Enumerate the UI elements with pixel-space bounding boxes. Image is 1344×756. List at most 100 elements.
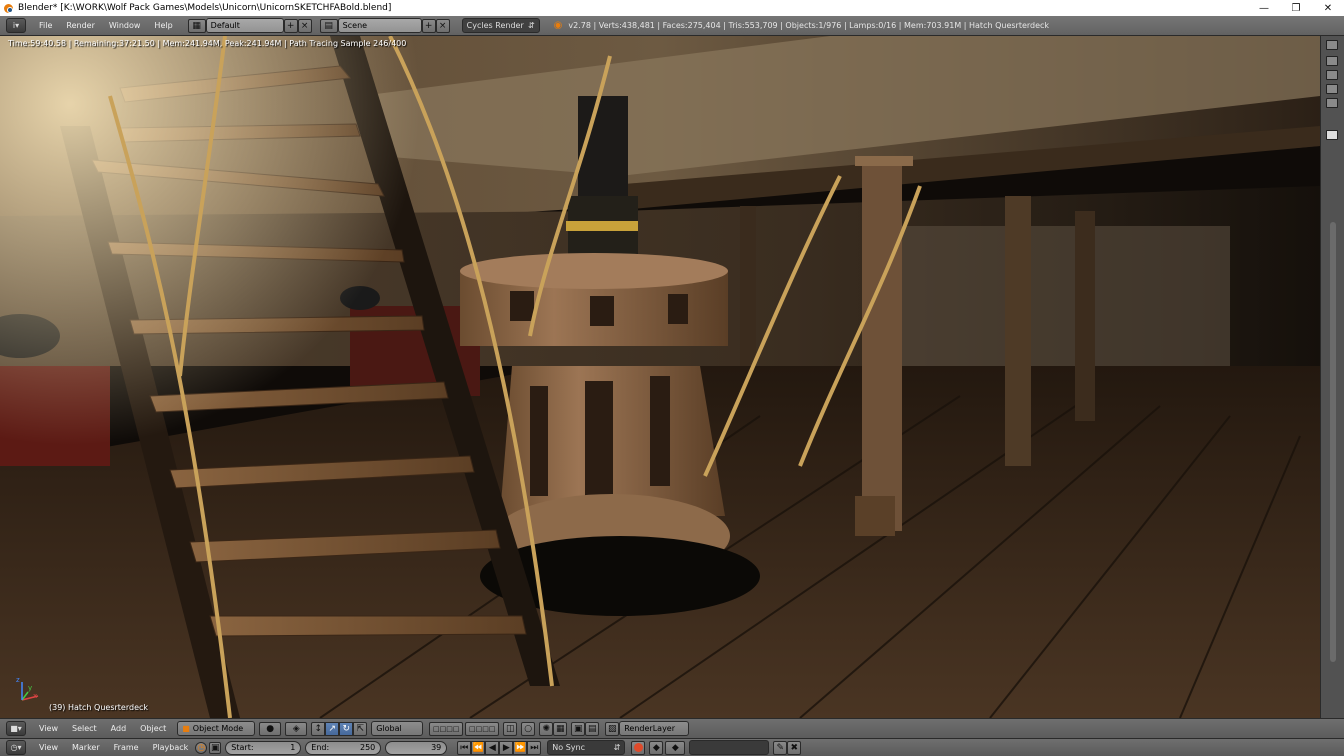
modifier-tab-icon[interactable] (1326, 98, 1338, 108)
clock-icon[interactable]: ◷ (195, 741, 208, 754)
3d-view-icon: ■ (10, 724, 18, 733)
translate-manipulator-icon[interactable]: ↗ (325, 721, 340, 736)
render-tab-icon[interactable] (1326, 40, 1338, 50)
keyframe-type-icon[interactable]: ◆ (665, 740, 686, 755)
add-scene-button[interactable]: + (421, 18, 436, 33)
snap-icon[interactable]: ✺ (539, 721, 554, 736)
lock-icon[interactable]: ▣ (209, 741, 222, 754)
close-button[interactable]: ✕ (1312, 0, 1344, 16)
info-menu: File Render Window Help (32, 16, 180, 36)
material-tab-icon[interactable] (1326, 130, 1338, 140)
start-frame-field[interactable]: Start: 1 (225, 740, 302, 755)
object-mode-icon: ■ (182, 724, 190, 733)
jump-start-icon[interactable]: ⏮ (457, 740, 472, 755)
properties-scrollbar[interactable] (1330, 222, 1336, 662)
timeline-icon: ◷ (10, 743, 18, 752)
timeline-header: ◷ ▾ View Marker Frame Playback ◷ ▣ Start:… (0, 738, 1344, 756)
render-progress-info: Time:59:40.58 | Remaining:37:21.50 | Mem… (8, 39, 407, 48)
opengl-render-icon[interactable]: ▣ (571, 721, 586, 736)
window-title: Blender* [K:\WORK\Wolf Pack Games\Models… (18, 3, 392, 13)
manipulator-toggle-icon[interactable]: ↕ (311, 721, 326, 736)
menu-view[interactable]: View (32, 719, 65, 739)
3d-view-header: ■ ▾ View Select Add Object ■ Object Mode ●… (0, 718, 1344, 738)
render-engine-label: Cycles Render (466, 21, 524, 30)
object-tab-icon[interactable] (1326, 84, 1338, 94)
jump-prev-keyframe-icon[interactable]: ⏪ (471, 740, 486, 755)
active-object-label: (39) Hatch Quesrterdeck (49, 703, 149, 712)
orientation-dropdown[interactable]: Global (371, 721, 424, 736)
scale-manipulator-icon[interactable]: ⇱ (353, 721, 368, 736)
sync-dropdown[interactable]: No Sync ⇵ (547, 740, 626, 755)
menu-view[interactable]: View (32, 738, 65, 756)
info-header: i ▾ File Render Window Help ▦ Default + ×… (0, 16, 1344, 36)
timeline-menu: View Marker Frame Playback (32, 738, 195, 756)
window-title-bar: Blender* [K:\WORK\Wolf Pack Games\Models… (0, 0, 1344, 16)
minimize-button[interactable]: — (1248, 0, 1280, 16)
record-icon[interactable] (631, 740, 646, 755)
scene-field[interactable]: Scene (337, 18, 422, 33)
chevron-updown-icon: ⇵ (613, 743, 621, 752)
menu-select[interactable]: Select (65, 719, 104, 739)
screen-layout-field[interactable]: Default (205, 18, 284, 33)
menu-file[interactable]: File (32, 16, 59, 36)
scene-icon[interactable]: ▤ (319, 18, 338, 33)
lock-layers-icon[interactable]: ◫ (503, 721, 518, 736)
menu-render[interactable]: Render (59, 16, 101, 36)
opengl-anim-icon[interactable]: ▤ (585, 721, 600, 736)
layer-buttons-2[interactable]: □□□□ (465, 721, 500, 736)
axis-y-label: y (28, 684, 33, 692)
active-keying-set-field[interactable] (689, 740, 770, 755)
remove-scene-button[interactable]: × (435, 18, 450, 33)
world-tab-icon[interactable] (1326, 70, 1338, 80)
remove-screen-button[interactable]: × (297, 18, 312, 33)
menu-window[interactable]: Window (102, 16, 148, 36)
proportional-edit-icon[interactable]: ○ (521, 721, 536, 736)
screen-layout-icon[interactable]: ▦ (187, 18, 206, 33)
mode-label: Object Mode (192, 724, 244, 733)
play-reverse-icon[interactable]: ◀ (485, 740, 500, 755)
end-value: 250 (360, 743, 376, 752)
start-label: Start: (231, 743, 254, 752)
add-screen-button[interactable]: + (283, 18, 298, 33)
mode-dropdown[interactable]: ■ Object Mode (177, 721, 256, 736)
menu-marker[interactable]: Marker (65, 738, 107, 756)
play-icon[interactable]: ▶ (499, 740, 514, 755)
scene-statistics: v2.78 | Verts:438,481 | Faces:275,404 | … (568, 21, 1050, 30)
blender-logo-icon: ◉ (553, 20, 563, 31)
axis-z-label: z (16, 676, 20, 684)
render-layer-field[interactable]: RenderLayer (619, 721, 690, 736)
delete-keyframe-icon[interactable]: ✖ (787, 740, 802, 755)
3d-view-menu: View Select Add Object (32, 719, 173, 739)
jump-end-icon[interactable]: ⏭ (527, 740, 542, 755)
menu-object[interactable]: Object (133, 719, 173, 739)
end-label: End: (311, 743, 330, 752)
editor-type-button[interactable]: ■ ▾ (6, 721, 26, 736)
scene-tab-icon[interactable] (1326, 56, 1338, 66)
rotate-manipulator-icon[interactable]: ↻ (339, 721, 354, 736)
end-frame-field[interactable]: End: 250 (305, 740, 382, 755)
layer-buttons-1[interactable]: □□□□ (429, 721, 464, 736)
editor-type-button[interactable]: ◷ ▾ (6, 740, 26, 755)
insert-keyframe-icon[interactable]: ✎ (773, 740, 788, 755)
current-frame-field[interactable]: 39 (385, 740, 448, 755)
jump-next-keyframe-icon[interactable]: ⏩ (513, 740, 528, 755)
start-value: 1 (290, 743, 296, 752)
rendered-scene (0, 36, 1320, 718)
menu-help[interactable]: Help (147, 16, 179, 36)
viewport-shading-button[interactable]: ● (259, 721, 282, 736)
maximize-button[interactable]: ❐ (1280, 0, 1312, 16)
3d-viewport[interactable]: Time:59:40.58 | Remaining:37:21.50 | Mem… (0, 36, 1320, 718)
blender-logo-icon (3, 2, 15, 14)
current-frame-value: 39 (431, 743, 442, 752)
render-layer-icon: ▨ (605, 721, 620, 736)
menu-playback[interactable]: Playback (146, 738, 196, 756)
sync-label: No Sync (552, 743, 585, 752)
editor-type-button[interactable]: i ▾ (6, 18, 26, 33)
render-engine-dropdown[interactable]: Cycles Render ⇵ (461, 18, 540, 33)
menu-add[interactable]: Add (104, 719, 134, 739)
keying-set-icon[interactable]: ◆ (649, 740, 664, 755)
info-icon: i (12, 21, 16, 30)
snap-element-icon[interactable]: ▦ (553, 721, 568, 736)
menu-frame[interactable]: Frame (107, 738, 146, 756)
pivot-point-button[interactable]: ◈ (285, 721, 308, 736)
